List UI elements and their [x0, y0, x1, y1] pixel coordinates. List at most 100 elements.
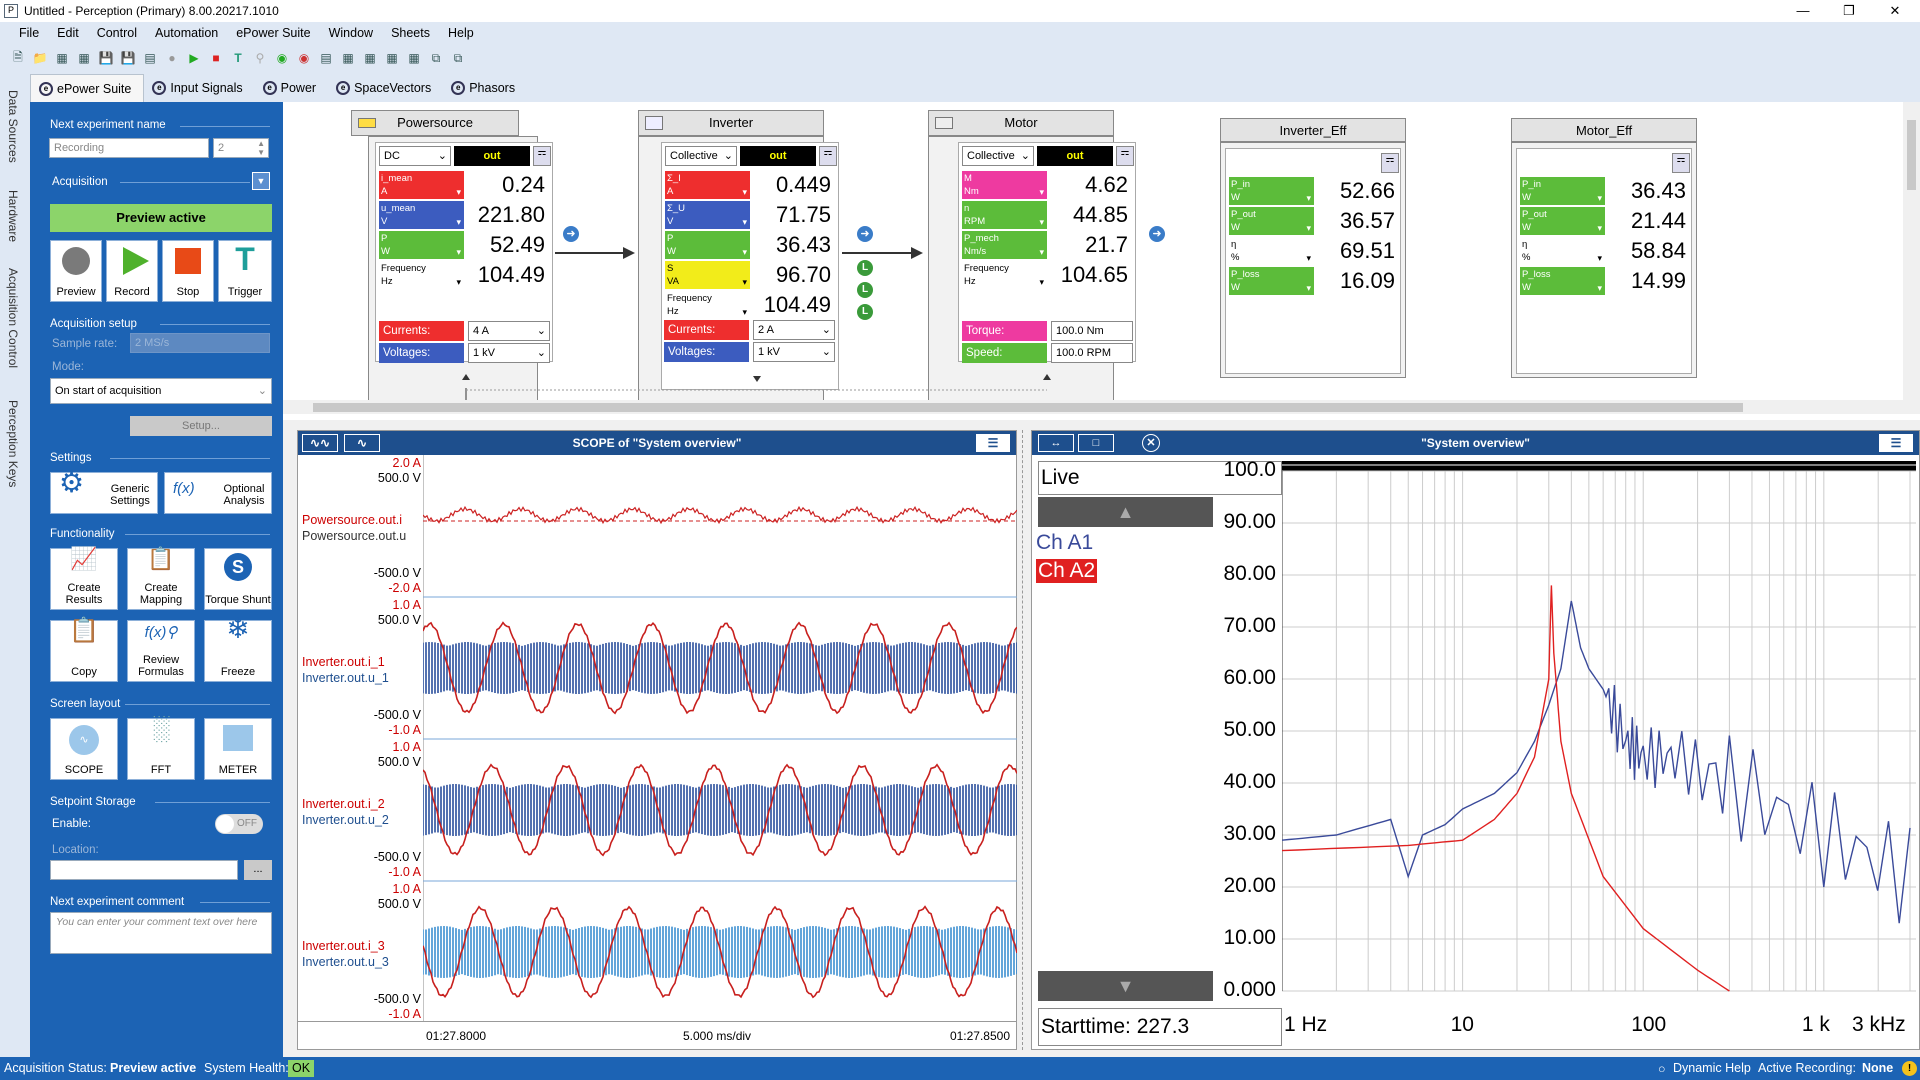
side-tab-acquisition-control[interactable]: Acquisition Control — [6, 268, 20, 368]
arrow-right-icon[interactable]: ➜ — [563, 226, 579, 242]
legend-ch-a1[interactable]: Ch A1 — [1036, 531, 1093, 555]
vertical-scrollbar[interactable] — [1903, 102, 1920, 414]
minimize-icon[interactable]: — — [1780, 0, 1826, 22]
formula-search-icon: f(x)⚲ — [144, 624, 178, 641]
panel-splitter[interactable] — [1022, 430, 1026, 1050]
scroll-up-button[interactable]: ▲ — [1038, 497, 1213, 527]
scale-min-current: -1.0 A — [388, 723, 421, 737]
mic-icon[interactable]: ⚲ — [252, 50, 268, 66]
browse-button[interactable]: ... — [244, 860, 272, 880]
warning-icon[interactable]: ! — [1902, 1061, 1917, 1076]
generic-settings-button[interactable]: ⚙ Generic Settings — [50, 469, 158, 514]
record-button[interactable]: Record — [106, 240, 158, 302]
trigger-icon[interactable]: T — [230, 50, 246, 66]
x-tick-label: 10 — [1450, 1013, 1474, 1036]
stop-icon[interactable]: ■ — [208, 50, 224, 66]
tab-epower-suite[interactable]: e ePower Suite — [30, 74, 145, 102]
sync-stop-icon[interactable]: ◉ — [296, 50, 312, 66]
tab-power[interactable]: e Power — [255, 74, 328, 102]
paste-icon[interactable]: ⧉ — [450, 50, 466, 66]
experiment-index-stepper[interactable]: 2 ▲ ▼ — [213, 138, 269, 158]
menu-file[interactable]: File — [19, 26, 39, 40]
sample-rate-select[interactable]: 2 MS/s — [130, 333, 270, 353]
dynamic-help-button[interactable]: Dynamic Help — [1673, 1057, 1751, 1080]
button-label: Create Results — [65, 582, 103, 606]
create-results-button[interactable]: 📈 Create Results — [50, 548, 118, 610]
comment-textarea[interactable]: You can enter your comment text over her… — [50, 912, 272, 954]
table-icon[interactable]: ▦ — [340, 50, 356, 66]
scroll-thumb[interactable] — [1907, 120, 1916, 190]
zoom-fit-icon[interactable]: ↔ — [1038, 434, 1074, 452]
layout-meter-button[interactable]: METER — [204, 718, 272, 780]
menu-automation[interactable]: Automation — [155, 26, 218, 40]
menu-epower-suite[interactable]: ePower Suite — [236, 26, 310, 40]
copy-icon[interactable]: ⧉ — [428, 50, 444, 66]
scroll-thumb[interactable] — [313, 403, 1743, 412]
grid-save-icon[interactable]: ▦ — [76, 50, 92, 66]
list-icon[interactable]: ☰ — [1879, 434, 1913, 452]
freeze-button[interactable]: ❄ Freeze — [204, 615, 272, 682]
grid-icon[interactable]: ▦ — [54, 50, 70, 66]
optional-analysis-button[interactable]: f(x) Optional Analysis — [164, 472, 272, 514]
location-input[interactable] — [50, 860, 238, 880]
scroll-down-button[interactable]: ▼ — [1038, 971, 1213, 1001]
play-icon[interactable]: ▶ — [186, 50, 202, 66]
horizontal-scrollbar[interactable] — [283, 400, 1903, 414]
menu-help[interactable]: Help — [448, 26, 474, 40]
create-mapping-button[interactable]: 📋 Create Mapping — [127, 548, 195, 610]
side-tab-perception-keys[interactable]: Perception Keys — [6, 400, 20, 487]
collapse-icon[interactable]: ▼ — [252, 172, 270, 190]
list-icon[interactable]: ☰ — [976, 434, 1010, 452]
connector-lines — [462, 247, 1051, 402]
layout-icon[interactable]: ▦ — [362, 50, 378, 66]
close-icon[interactable]: ✕ — [1872, 0, 1918, 22]
review-formulas-button[interactable]: f(x)⚲ Review Formulas — [127, 620, 195, 682]
fft-plot[interactable] — [1282, 461, 1916, 1007]
mode-select[interactable]: On start of acquisition ⌄ — [50, 378, 272, 404]
wave-mode-icon[interactable]: ∿∿ — [302, 434, 338, 452]
export-icon[interactable]: ▤ — [142, 50, 158, 66]
setpoint-enable-toggle[interactable]: OFF — [215, 814, 263, 834]
menu-window[interactable]: Window — [329, 26, 373, 40]
setup-button[interactable]: Setup... — [130, 416, 272, 436]
sync-icon[interactable]: ◉ — [274, 50, 290, 66]
trigger-button[interactable]: T Trigger — [218, 240, 272, 302]
restore-icon[interactable]: ❐ — [1826, 0, 1872, 22]
new-file-icon[interactable]: 🗎 — [10, 50, 26, 66]
close-icon[interactable]: ✕ — [1142, 434, 1160, 452]
arrow-right-icon[interactable]: ➜ — [1149, 226, 1165, 242]
legend-ch-a2[interactable]: Ch A2 — [1036, 559, 1098, 583]
tab-phasors[interactable]: e Phasors — [443, 74, 527, 102]
tab-input-signals[interactable]: e Input Signals — [144, 74, 254, 102]
layout-fft-button[interactable]: ░ FFT — [127, 717, 195, 780]
copy-button[interactable]: 📋 Copy — [50, 619, 118, 682]
save-as-icon[interactable]: 💾 — [120, 50, 136, 66]
torque-icon: S — [224, 553, 252, 581]
menu-sheets[interactable]: Sheets — [391, 26, 430, 40]
save-icon[interactable]: 💾 — [98, 50, 114, 66]
sheet-icon[interactable]: ▤ — [318, 50, 334, 66]
stop-button[interactable]: Stop — [162, 240, 214, 302]
y-tick-label: 100.0 — [1223, 458, 1276, 481]
preview-button[interactable]: Preview — [50, 240, 102, 302]
scope-plot[interactable] — [423, 455, 1017, 1021]
torque-shunt-button[interactable]: S Torque Shunt — [204, 548, 272, 610]
open-folder-icon[interactable]: 📁 — [32, 50, 48, 66]
tab-spacevectors[interactable]: e SpaceVectors — [328, 74, 443, 102]
menu-edit[interactable]: Edit — [57, 26, 79, 40]
spin-icon[interactable]: ▲ ▼ — [257, 139, 265, 157]
side-tab-data-sources[interactable]: Data Sources — [6, 90, 20, 163]
experiment-name-input[interactable]: Recording — [49, 138, 209, 158]
preview-icon — [62, 247, 90, 275]
layout3-icon[interactable]: ▦ — [406, 50, 422, 66]
zoom-box-icon[interactable]: □ — [1078, 434, 1114, 452]
record-dot-icon[interactable]: ● — [164, 50, 180, 66]
layout-scope-button[interactable]: ∿ SCOPE — [50, 718, 118, 780]
index-value: 2 — [218, 142, 225, 154]
layout2-icon[interactable]: ▦ — [384, 50, 400, 66]
wave-mode2-icon[interactable]: ∿ — [344, 434, 380, 452]
menu-control[interactable]: Control — [97, 26, 137, 40]
scale-max-current: 1.0 A — [392, 740, 422, 754]
arrow-right-icon[interactable]: ➜ — [857, 226, 873, 242]
side-tab-hardware[interactable]: Hardware — [6, 190, 20, 242]
